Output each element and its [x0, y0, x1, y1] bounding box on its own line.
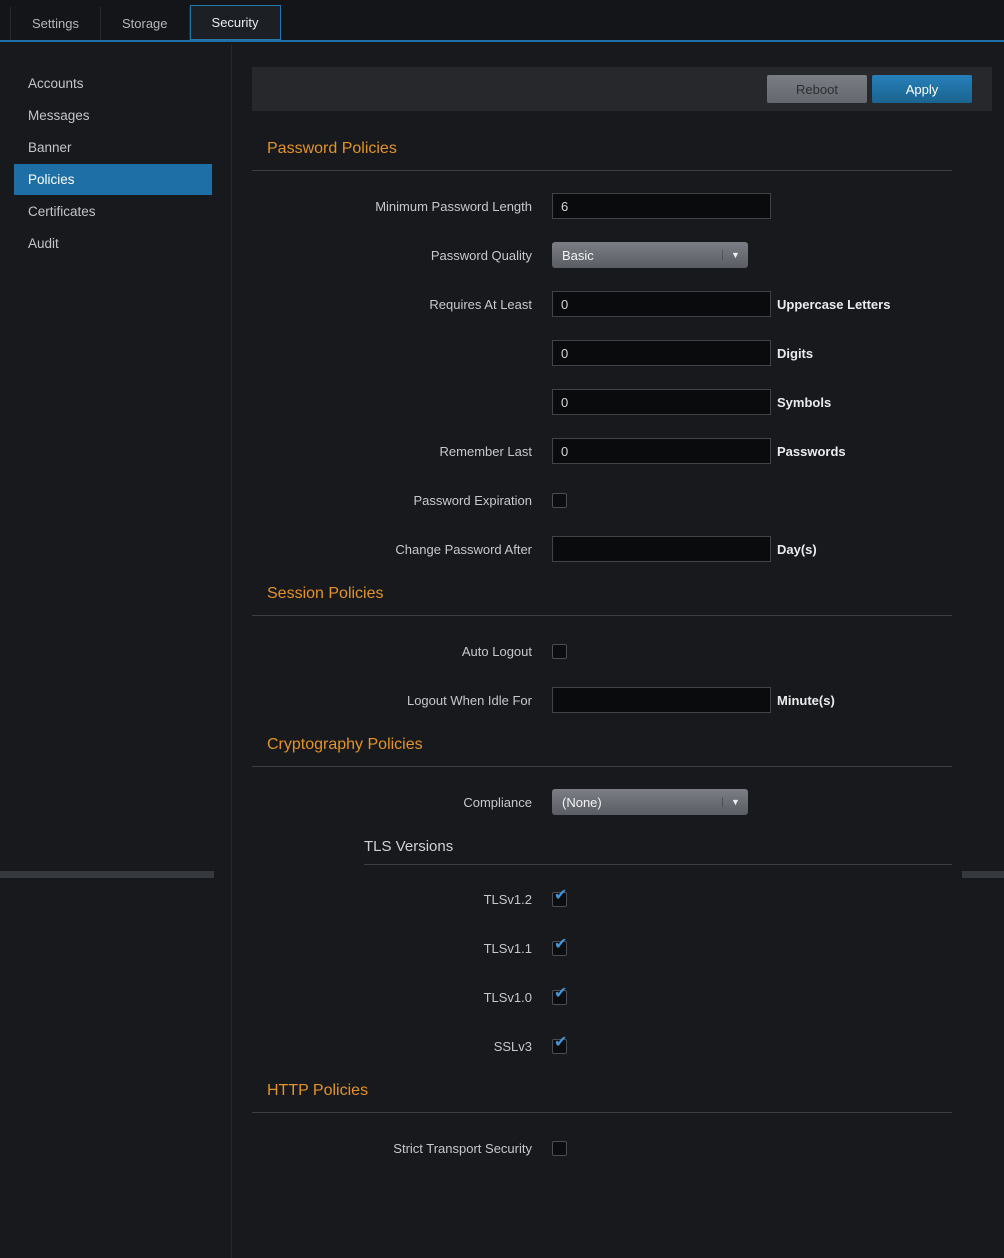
sslv3-label: SSLv3 [252, 1039, 552, 1054]
tab-settings[interactable]: Settings [10, 7, 101, 40]
form-row-auto-logout: Auto Logout [252, 638, 992, 664]
form-row-change-after: Change Password After Day(s) [252, 536, 992, 562]
form-row-sslv3: SSLv3 ✔ [252, 1033, 992, 1059]
minutes-suffix: Minute(s) [777, 693, 835, 708]
symbols-count-input[interactable] [552, 389, 771, 415]
form-row-tls10: TLSv1.0 ✔ [252, 984, 992, 1010]
compliance-select[interactable]: (None) ▼ [552, 789, 748, 815]
form-row-expiration: Password Expiration [252, 487, 992, 513]
remember-last-label: Remember Last [252, 444, 552, 459]
check-icon: ✔ [554, 936, 567, 954]
check-icon: ✔ [554, 887, 567, 905]
top-tab-bar: Settings Storage Security [0, 0, 1004, 42]
tls12-label: TLSv1.2 [252, 892, 552, 907]
tls10-checkbox[interactable]: ✔ [552, 990, 567, 1005]
password-expiration-checkbox[interactable] [552, 493, 567, 508]
symbols-suffix: Symbols [777, 395, 831, 410]
form-row-quality: Password Quality Basic ▼ [252, 242, 992, 268]
change-password-after-label: Change Password After [252, 542, 552, 557]
password-quality-value: Basic [562, 248, 594, 263]
sidebar: Accounts Messages Banner Policies Certif… [0, 44, 232, 1258]
remember-last-input[interactable] [552, 438, 771, 464]
cryptography-policies-title: Cryptography Policies [252, 736, 952, 767]
sslv3-checkbox[interactable]: ✔ [552, 1039, 567, 1054]
form-row-tls11: TLSv1.1 ✔ [252, 935, 992, 961]
tls12-checkbox[interactable]: ✔ [552, 892, 567, 907]
form-row-tls12: TLSv1.2 ✔ [252, 886, 992, 912]
sidebar-item-policies[interactable]: Policies [14, 164, 212, 195]
form-row-sts: Strict Transport Security [252, 1135, 992, 1161]
chevron-down-icon: ▼ [722, 797, 748, 807]
tls-versions-group: TLSv1.2 ✔ TLSv1.1 ✔ TLSv1.0 ✔ SSLv3 ✔ [252, 886, 992, 1059]
compliance-label: Compliance [252, 795, 552, 810]
form-row-uppercase: Requires At Least Uppercase Letters [252, 291, 992, 317]
digits-count-input[interactable] [552, 340, 771, 366]
password-policies-title: Password Policies [252, 140, 952, 171]
auto-logout-checkbox[interactable] [552, 644, 567, 659]
days-suffix: Day(s) [777, 542, 817, 557]
strict-transport-security-label: Strict Transport Security [252, 1141, 552, 1156]
tls-versions-title: TLS Versions [364, 838, 952, 865]
reboot-button[interactable]: Reboot [767, 75, 867, 103]
logout-when-idle-label: Logout When Idle For [252, 693, 552, 708]
password-expiration-label: Password Expiration [252, 493, 552, 508]
http-policies-title: HTTP Policies [252, 1082, 952, 1113]
tls11-checkbox[interactable]: ✔ [552, 941, 567, 956]
min-length-input[interactable] [552, 193, 771, 219]
session-policies-section: Auto Logout Logout When Idle For Minute(… [252, 638, 992, 713]
sidebar-item-accounts[interactable]: Accounts [14, 68, 212, 99]
check-icon: ✔ [554, 985, 567, 1003]
logout-when-idle-input[interactable] [552, 687, 771, 713]
form-row-min-length: Minimum Password Length [252, 193, 992, 219]
sidebar-item-certificates[interactable]: Certificates [14, 196, 212, 227]
session-policies-title: Session Policies [252, 585, 952, 616]
form-row-idle: Logout When Idle For Minute(s) [252, 687, 992, 713]
password-quality-label: Password Quality [252, 248, 552, 263]
tls11-label: TLSv1.1 [252, 941, 552, 956]
form-row-remember: Remember Last Passwords [252, 438, 992, 464]
cryptography-policies-section: Compliance (None) ▼ TLS Versions TLSv1.2… [252, 789, 992, 1059]
change-password-after-input[interactable] [552, 536, 771, 562]
tls10-label: TLSv1.0 [252, 990, 552, 1005]
form-row-digits: Digits [252, 340, 992, 366]
form-row-symbols: Symbols [252, 389, 992, 415]
apply-button[interactable]: Apply [872, 75, 972, 103]
sidebar-item-banner[interactable]: Banner [14, 132, 212, 163]
compliance-value: (None) [562, 795, 602, 810]
check-icon: ✔ [554, 1034, 567, 1052]
http-policies-section: Strict Transport Security [252, 1135, 992, 1161]
password-policies-section: Minimum Password Length Password Quality… [252, 193, 992, 562]
digits-suffix: Digits [777, 346, 813, 361]
chevron-down-icon: ▼ [722, 250, 748, 260]
sidebar-item-audit[interactable]: Audit [14, 228, 212, 259]
form-row-compliance: Compliance (None) ▼ [252, 789, 992, 815]
requires-at-least-label: Requires At Least [252, 297, 552, 312]
auto-logout-label: Auto Logout [252, 644, 552, 659]
uppercase-count-input[interactable] [552, 291, 771, 317]
uppercase-suffix: Uppercase Letters [777, 297, 890, 312]
password-quality-select[interactable]: Basic ▼ [552, 242, 748, 268]
sidebar-item-messages[interactable]: Messages [14, 100, 212, 131]
remember-suffix: Passwords [777, 444, 846, 459]
action-bar: Reboot Apply [252, 67, 992, 111]
tab-storage[interactable]: Storage [101, 7, 190, 40]
tab-security[interactable]: Security [190, 5, 281, 40]
main-content: Reboot Apply Password Policies Minimum P… [232, 42, 1004, 1258]
min-length-label: Minimum Password Length [252, 199, 552, 214]
strict-transport-security-checkbox[interactable] [552, 1141, 567, 1156]
horizontal-scrollbar-left[interactable] [0, 871, 214, 878]
app-window: Settings Storage Security Accounts Messa… [0, 0, 1004, 1258]
